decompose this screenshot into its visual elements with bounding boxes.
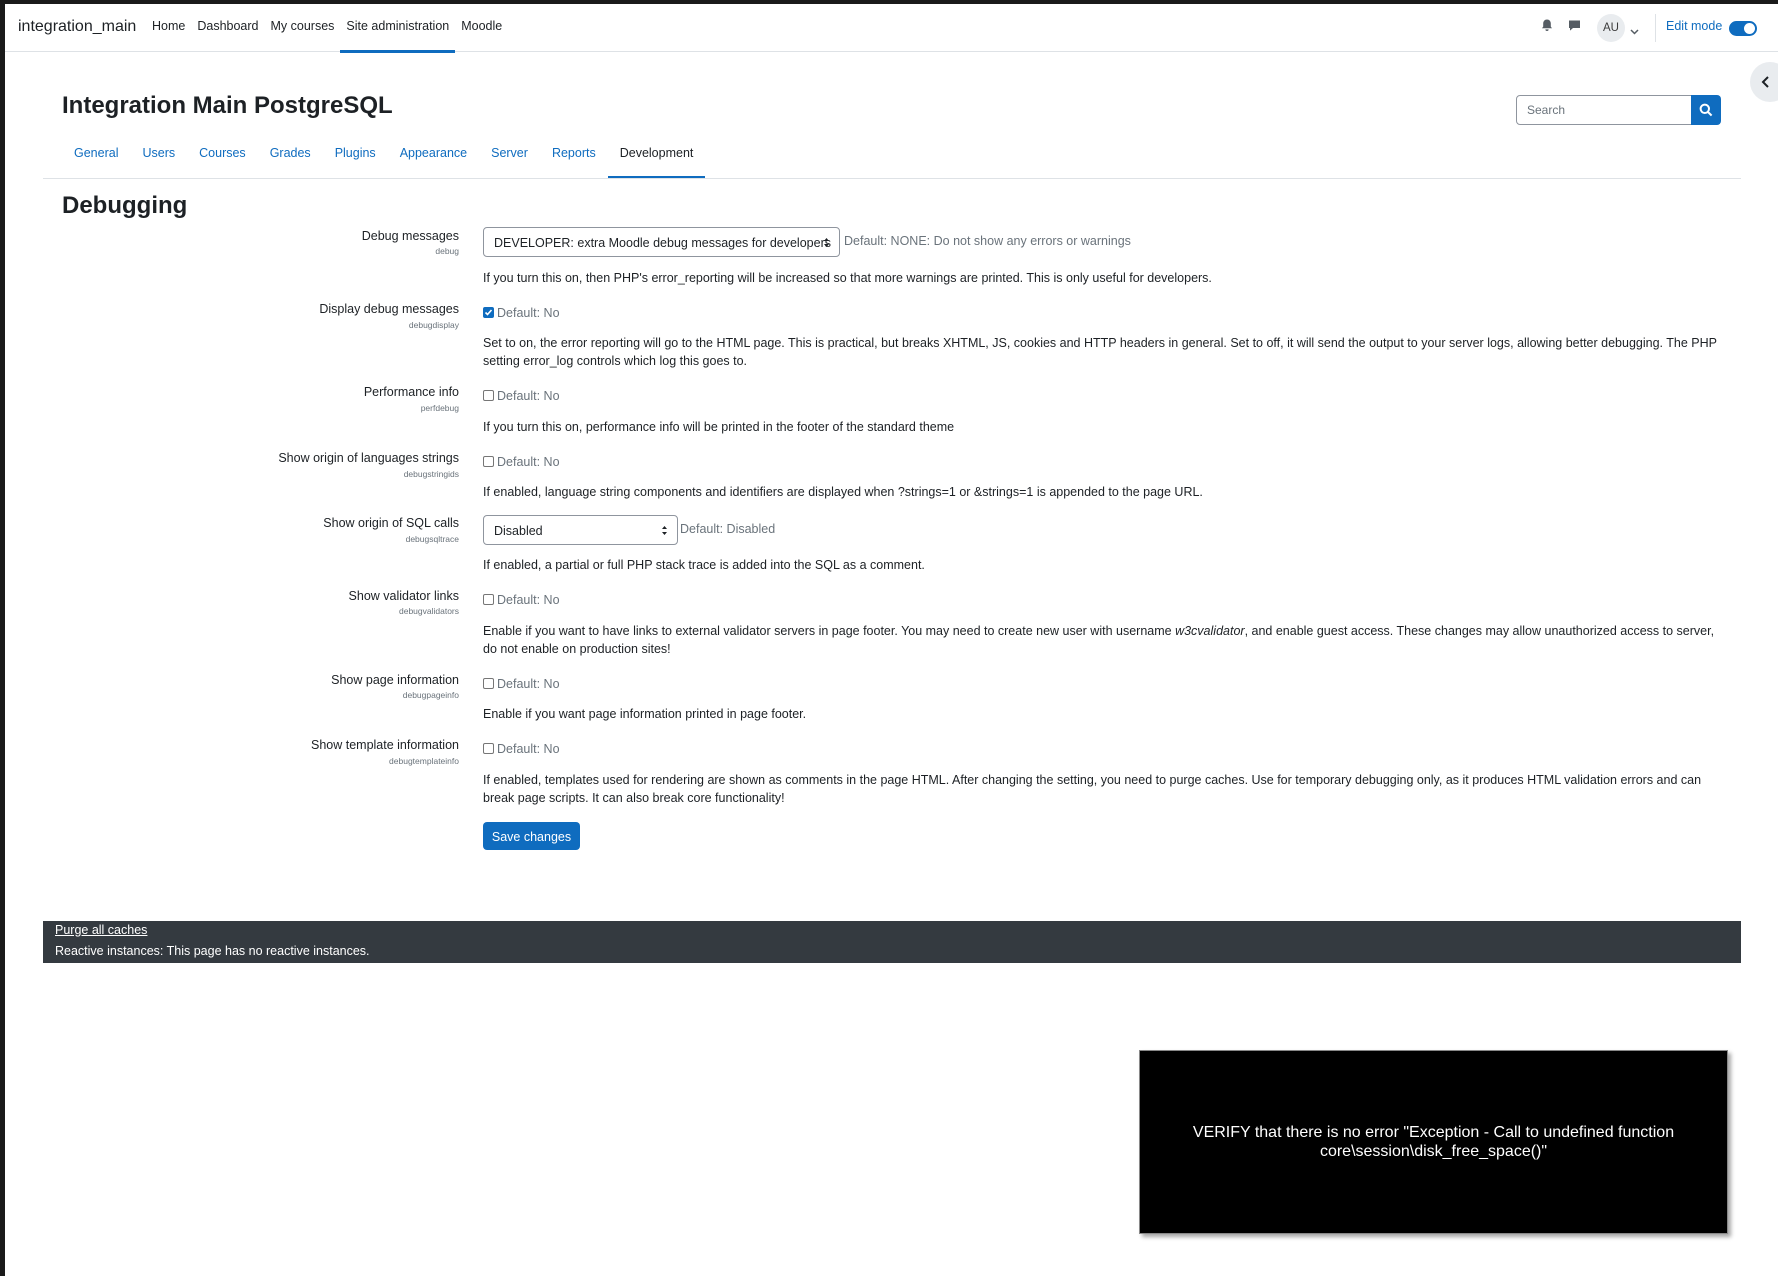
tab-general[interactable]: General — [62, 131, 130, 179]
setting-key: debugdisplay — [408, 320, 459, 330]
primary-navigation: Home Dashboard My courses Site administr… — [146, 4, 508, 53]
description-part: Enable if you want to have links to exte… — [483, 624, 1176, 638]
setting-label: Performance info — [363, 385, 459, 399]
setting-description: Enable if you want to have links to exte… — [483, 622, 1723, 658]
check-icon — [484, 309, 493, 316]
edit-mode-label[interactable]: Edit mode — [1666, 19, 1722, 33]
setting-label: Show template information — [311, 738, 459, 752]
debugtemplateinfo-checkbox[interactable] — [483, 743, 494, 754]
debugdisplay-checkbox[interactable] — [483, 307, 494, 318]
setting-key: debugstringids — [403, 469, 459, 479]
setting-description: Enable if you want page information prin… — [483, 707, 807, 721]
select-value: DEVELOPER: extra Moodle debug messages f… — [494, 236, 831, 250]
setting-default: Default: No — [497, 742, 560, 756]
tab-courses[interactable]: Courses — [187, 131, 258, 179]
nav-dashboard[interactable]: Dashboard — [191, 4, 264, 52]
section-title: Debugging — [62, 192, 188, 219]
nav-my-courses[interactable]: My courses — [265, 4, 341, 52]
select-arrows-icon — [662, 526, 667, 535]
select-arrows-icon — [824, 238, 829, 247]
setting-key: debug — [435, 246, 459, 256]
setting-default: Default: Disabled — [680, 522, 776, 536]
debugstringids-checkbox[interactable] — [483, 456, 494, 467]
user-avatar[interactable]: AU — [1597, 14, 1625, 42]
setting-default: Default: No — [497, 389, 560, 403]
top-navbar: integration_main Home Dashboard My cours… — [5, 4, 1778, 53]
setting-description: If enabled, language string components a… — [483, 485, 1203, 499]
tab-users[interactable]: Users — [130, 131, 187, 179]
setting-key: debugsqltrace — [405, 534, 459, 544]
setting-description: Set to on, the error reporting will go t… — [483, 336, 1717, 368]
tab-development[interactable]: Development — [607, 131, 706, 179]
setting-label: Debug messages — [361, 229, 459, 243]
setting-default: Default: No — [497, 306, 560, 320]
tab-plugins[interactable]: Plugins — [323, 131, 388, 179]
tab-appearance[interactable]: Appearance — [388, 131, 479, 179]
setting-label: Show validator links — [348, 589, 459, 603]
reactive-instances-text: Reactive instances: This page has no rea… — [55, 944, 370, 958]
debugpageinfo-checkbox[interactable] — [483, 678, 494, 689]
search-input[interactable] — [1516, 95, 1693, 125]
setting-description: If enabled, templates used for rendering… — [483, 773, 1702, 805]
perfdebug-checkbox[interactable] — [483, 390, 494, 401]
setting-label: Show origin of languages strings — [278, 451, 459, 465]
debug-select[interactable]: DEVELOPER: extra Moodle debug messages f… — [483, 227, 840, 257]
setting-key: perfdebug — [420, 403, 459, 413]
setting-key: debugvalidators — [398, 606, 459, 616]
setting-default: Default: No — [497, 677, 560, 691]
nav-home[interactable]: Home — [146, 4, 191, 52]
window-left-border — [0, 0, 5, 1276]
debugvalidators-checkbox[interactable] — [483, 594, 494, 605]
open-drawer-button[interactable] — [1750, 62, 1778, 102]
select-value: Disabled — [494, 524, 543, 538]
setting-key: debugpageinfo — [402, 690, 459, 700]
setting-label: Show origin of SQL calls — [323, 516, 459, 530]
navbar-divider — [1655, 14, 1656, 42]
setting-description: If you turn this on, then PHP's error_re… — [483, 271, 1212, 285]
verification-overlay: VERIFY that there is no error "Exception… — [1139, 1050, 1728, 1234]
setting-label: Show page information — [331, 673, 459, 687]
nav-site-administration[interactable]: Site administration — [340, 4, 456, 53]
search-button[interactable] — [1691, 95, 1721, 125]
tab-reports[interactable]: Reports — [540, 131, 608, 179]
setting-label: Display debug messages — [319, 302, 459, 316]
site-brand[interactable]: integration_main — [18, 18, 136, 36]
search-icon — [1699, 103, 1713, 117]
chat-icon[interactable] — [1568, 19, 1581, 37]
page-title: Integration Main PostgreSQL — [62, 92, 393, 119]
setting-key: debugtemplateinfo — [389, 756, 459, 766]
debugsqltrace-select[interactable]: Disabled — [483, 515, 678, 545]
tabs-divider — [43, 178, 1741, 179]
setting-default: Default: NONE: Do not show any errors or… — [844, 234, 1131, 248]
setting-description: If enabled, a partial or full PHP stack … — [483, 558, 925, 572]
admin-tabs: General Users Courses Grades Plugins App… — [62, 131, 706, 179]
verification-text: VERIFY that there is no error "Exception… — [1192, 1124, 1675, 1160]
edit-mode-toggle[interactable] — [1729, 21, 1757, 36]
bell-icon[interactable] — [1541, 19, 1553, 37]
admin-search — [1516, 95, 1721, 125]
save-changes-button[interactable]: Save changes — [483, 822, 580, 850]
tab-grades[interactable]: Grades — [258, 131, 323, 179]
chevron-left-icon — [1761, 76, 1769, 88]
setting-default: Default: No — [497, 455, 560, 469]
footer-bar: Purge all caches Reactive instances: Thi… — [43, 921, 1741, 963]
toggle-knob — [1744, 23, 1755, 34]
tab-server[interactable]: Server — [479, 131, 540, 179]
chevron-down-icon[interactable] — [1630, 22, 1639, 40]
purge-all-caches-link[interactable]: Purge all caches — [55, 923, 147, 937]
description-username: w3cvalidator — [1175, 624, 1245, 638]
setting-default: Default: No — [497, 593, 560, 607]
nav-moodle[interactable]: Moodle — [455, 4, 508, 52]
setting-description: If you turn this on, performance info wi… — [483, 420, 955, 434]
